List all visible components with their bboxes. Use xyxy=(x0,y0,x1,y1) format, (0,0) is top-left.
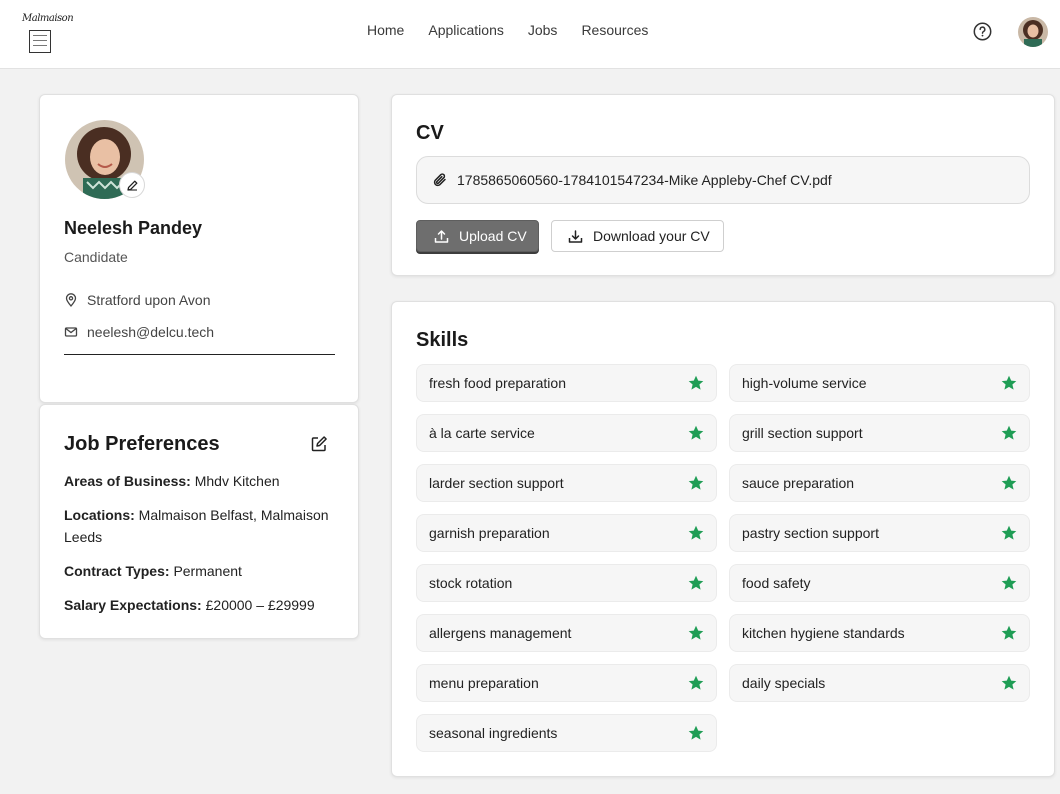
paperclip-icon xyxy=(433,173,446,187)
pencil-icon xyxy=(126,180,137,191)
skill-label: allergens management xyxy=(429,625,572,641)
skill-label: food safety xyxy=(742,575,811,591)
skill-label: high-volume service xyxy=(742,375,867,391)
star-icon[interactable] xyxy=(1001,625,1017,641)
skill-label: menu preparation xyxy=(429,675,539,691)
skill-label: stock rotation xyxy=(429,575,513,591)
logo-script-text: Malmaison xyxy=(22,13,74,24)
pref-locations: Locations: Malmaison Belfast, Malmaison … xyxy=(64,504,339,548)
main-nav: Home Applications Jobs Resources xyxy=(367,21,648,39)
skill-chip[interactable]: grill section support xyxy=(729,414,1030,452)
star-icon[interactable] xyxy=(688,375,704,391)
skill-label: garnish preparation xyxy=(429,525,550,541)
upload-cv-label: Upload CV xyxy=(459,228,527,244)
pref-label: Areas of Business: xyxy=(64,473,191,489)
pref-contract-types: Contract Types: Permanent xyxy=(64,560,339,582)
cv-file-name[interactable]: 1785865060560-1784101547234-Mike Appleby… xyxy=(457,172,832,188)
star-icon[interactable] xyxy=(1001,675,1017,691)
skills-card: Skills fresh food preparation high-volume… xyxy=(391,301,1055,777)
skill-chip[interactable]: daily specials xyxy=(729,664,1030,702)
skill-chip[interactable]: fresh food preparation xyxy=(416,364,717,402)
skills-list: fresh food preparation high-volume servic… xyxy=(416,364,1030,752)
skill-chip[interactable]: seasonal ingredients xyxy=(416,714,717,752)
star-icon[interactable] xyxy=(688,725,704,741)
pref-value: £20000 – £29999 xyxy=(205,597,315,613)
profile-divider xyxy=(64,354,335,355)
nav-home[interactable]: Home xyxy=(367,21,404,39)
edit-preferences-icon[interactable] xyxy=(310,435,328,453)
skill-label: fresh food preparation xyxy=(429,375,566,391)
download-icon xyxy=(568,229,583,243)
cv-file-attachment[interactable]: 1785865060560-1784101547234-Mike Appleby… xyxy=(416,156,1030,204)
star-icon[interactable] xyxy=(1001,425,1017,441)
job-preferences-card: Job Preferences Areas of Business: Mhdv … xyxy=(39,404,359,639)
pref-value: Mhdv Kitchen xyxy=(194,473,280,489)
nav-jobs[interactable]: Jobs xyxy=(528,21,558,39)
user-avatar-menu[interactable] xyxy=(1018,17,1048,47)
star-icon[interactable] xyxy=(688,475,704,491)
skill-label: grill section support xyxy=(742,425,863,441)
upload-cv-button[interactable]: Upload CV xyxy=(416,220,539,252)
skill-label: seasonal ingredients xyxy=(429,725,558,741)
envelope-icon xyxy=(64,327,78,337)
skill-chip[interactable]: food safety xyxy=(729,564,1030,602)
download-cv-label: Download your CV xyxy=(593,228,710,244)
star-icon[interactable] xyxy=(1001,475,1017,491)
skill-chip[interactable]: allergens management xyxy=(416,614,717,652)
star-icon[interactable] xyxy=(688,575,704,591)
skill-label: sauce preparation xyxy=(742,475,855,491)
profile-role: Candidate xyxy=(64,249,128,265)
logo-emblem xyxy=(29,30,51,53)
help-icon[interactable] xyxy=(973,22,992,41)
skill-chip[interactable]: stock rotation xyxy=(416,564,717,602)
profile-location-text: Stratford upon Avon xyxy=(87,292,211,308)
pref-label: Salary Expectations: xyxy=(64,597,202,613)
profile-email-text[interactable]: neelesh@delcu.tech xyxy=(87,324,214,340)
skill-label: larder section support xyxy=(429,475,564,491)
nav-resources[interactable]: Resources xyxy=(581,21,648,39)
skill-chip[interactable]: larder section support xyxy=(416,464,717,502)
skill-chip[interactable]: à la carte service xyxy=(416,414,717,452)
edit-avatar-button[interactable] xyxy=(119,172,145,198)
pref-label: Locations: xyxy=(64,507,135,523)
star-icon[interactable] xyxy=(688,525,704,541)
skill-label: à la carte service xyxy=(429,425,535,441)
pref-value: Permanent xyxy=(173,563,242,579)
star-icon[interactable] xyxy=(688,675,704,691)
upload-icon xyxy=(434,229,449,243)
skill-label: pastry section support xyxy=(742,525,879,541)
skill-label: daily specials xyxy=(742,675,826,691)
star-icon[interactable] xyxy=(688,625,704,641)
job-preferences-title: Job Preferences xyxy=(64,433,220,455)
location-pin-icon xyxy=(65,293,77,307)
profile-email: neelesh@delcu.tech xyxy=(64,324,214,340)
profile-location: Stratford upon Avon xyxy=(64,292,211,308)
pref-areas-of-business: Areas of Business: Mhdv Kitchen xyxy=(64,470,339,492)
star-icon[interactable] xyxy=(1001,375,1017,391)
download-cv-button[interactable]: Download your CV xyxy=(551,220,724,252)
profile-card: Neelesh Pandey Candidate Stratford upon … xyxy=(39,94,359,403)
nav-applications[interactable]: Applications xyxy=(428,21,504,39)
skill-chip[interactable]: sauce preparation xyxy=(729,464,1030,502)
skill-chip[interactable]: high-volume service xyxy=(729,364,1030,402)
star-icon[interactable] xyxy=(688,425,704,441)
skills-title: Skills xyxy=(416,329,469,351)
pref-label: Contract Types: xyxy=(64,563,170,579)
skill-chip[interactable]: menu preparation xyxy=(416,664,717,702)
skill-chip[interactable]: garnish preparation xyxy=(416,514,717,552)
cv-card: CV 1785865060560-1784101547234-Mike Appl… xyxy=(391,94,1055,276)
top-navigation-bar: Malmaison Home Applications Jobs Resourc… xyxy=(0,0,1060,69)
brand-logo[interactable]: Malmaison xyxy=(22,13,74,55)
cv-title: CV xyxy=(416,122,444,144)
star-icon[interactable] xyxy=(1001,525,1017,541)
profile-name: Neelesh Pandey xyxy=(64,218,203,238)
skill-chip[interactable]: pastry section support xyxy=(729,514,1030,552)
skill-chip[interactable]: kitchen hygiene standards xyxy=(729,614,1030,652)
star-icon[interactable] xyxy=(1001,575,1017,591)
skill-label: kitchen hygiene standards xyxy=(742,625,905,641)
pref-salary-expectations: Salary Expectations: £20000 – £29999 xyxy=(64,594,339,616)
